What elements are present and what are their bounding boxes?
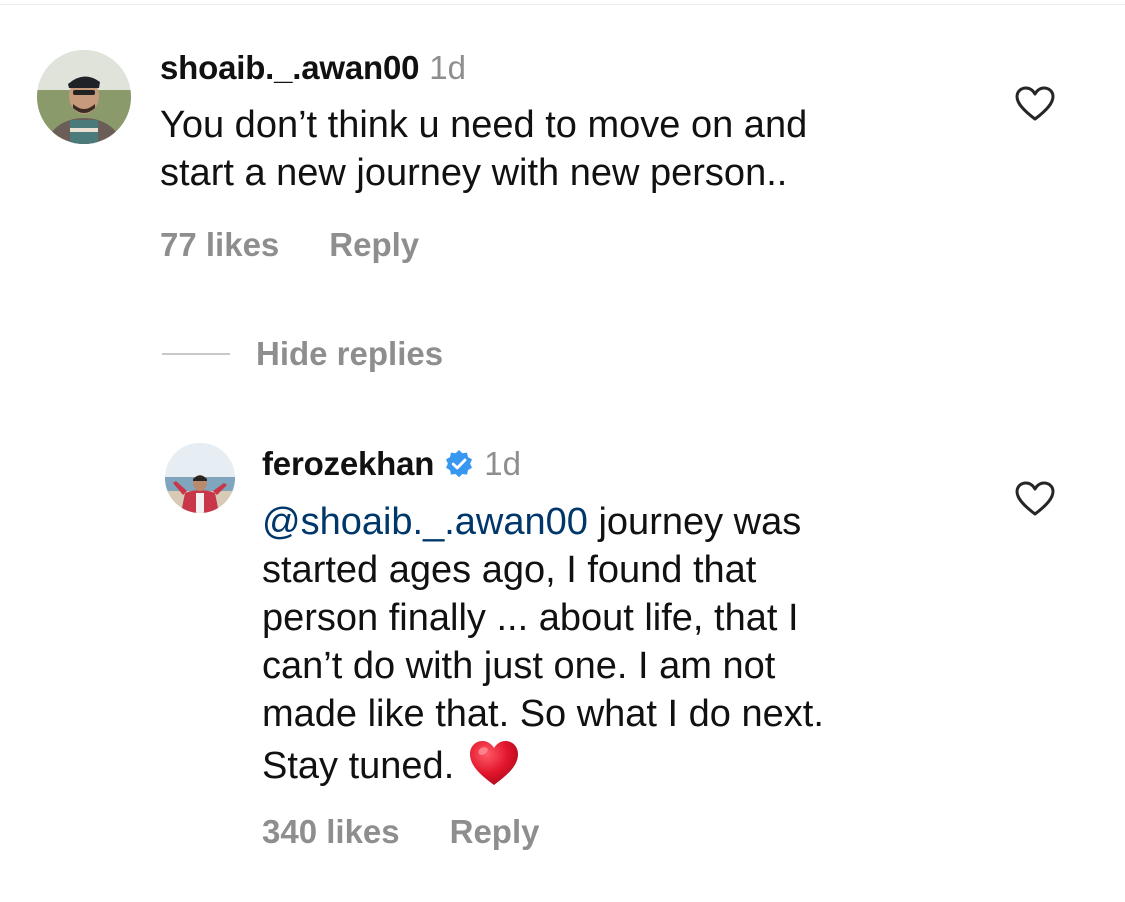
comment-text: You don’t think u need to move on and st… [160, 104, 808, 194]
reply-mention-link[interactable]: @shoaib._.awan00 [262, 501, 588, 543]
hide-replies-button[interactable]: Hide replies [162, 332, 443, 376]
red-heart-emoji [468, 738, 520, 788]
reply-reply-button[interactable]: Reply [450, 813, 540, 851]
reply-likes-count[interactable]: 340 likes [262, 813, 400, 851]
comment-actions: 77 likes Reply [160, 223, 419, 267]
avatar-ferozekhan[interactable] [165, 443, 235, 513]
heart-outline-icon[interactable] [1015, 86, 1055, 122]
comment-username[interactable]: shoaib._.awan00 [160, 49, 419, 87]
reply-username[interactable]: ferozekhan [262, 445, 434, 483]
heart-outline-icon[interactable] [1015, 481, 1055, 517]
hide-replies-line [162, 353, 230, 355]
avatar-photo-ferozekhan [165, 443, 235, 513]
comment-reply-button[interactable]: Reply [329, 226, 419, 264]
reply-text: journey was started ages ago, I found th… [262, 501, 824, 787]
reply-header: ferozekhan 1d [262, 442, 521, 486]
reply-text-block: @shoaib._.awan00 journey was started age… [262, 498, 962, 790]
comment-timestamp: 1d [429, 49, 466, 86]
reply-actions: 340 likes Reply [262, 810, 540, 854]
comment-likes-count[interactable]: 77 likes [160, 226, 279, 264]
comment-header: shoaib._.awan00 1d [160, 46, 466, 90]
reply-timestamp: 1d [484, 445, 521, 482]
top-divider [0, 4, 1125, 5]
avatar-photo-shoaib [37, 50, 131, 144]
verified-badge-icon [444, 449, 474, 479]
avatar-shoaib[interactable] [37, 50, 131, 144]
hide-replies-label: Hide replies [256, 335, 444, 372]
